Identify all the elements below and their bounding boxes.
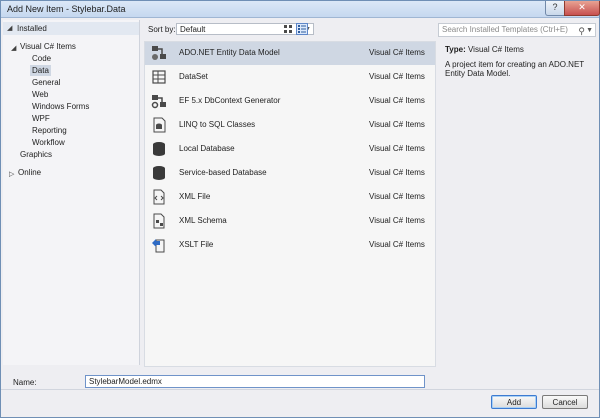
item-type: Visual C# Items	[369, 168, 425, 177]
add-button[interactable]: Add	[491, 395, 537, 409]
type-value: Visual C# Items	[467, 45, 524, 54]
database-icon	[153, 142, 165, 156]
tree-item-graphics[interactable]: Graphics	[18, 149, 54, 160]
sort-label: Sort by:	[148, 25, 176, 34]
list-view-button[interactable]	[296, 23, 308, 35]
name-field[interactable]: StylebarModel.edmx	[85, 375, 425, 388]
name-label: Name:	[13, 378, 37, 387]
list-item[interactable]: Local Database Visual C# Items	[145, 138, 435, 161]
list-view-icon	[298, 25, 306, 33]
help-button[interactable]: ?	[545, 1, 565, 16]
linq-icon	[153, 117, 166, 133]
tree-item-wpf[interactable]: WPF	[30, 113, 52, 124]
sort-value: Default	[180, 25, 206, 34]
type-label: Type:	[445, 45, 466, 54]
details-pane: Type: Visual C# Items A project item for…	[439, 41, 597, 365]
item-name: XML File	[179, 192, 211, 201]
search-input[interactable]: Search Installed Templates (Ctrl+E) ⚲ ▼	[438, 23, 596, 37]
list-item[interactable]: LINQ to SQL Classes Visual C# Items	[145, 114, 435, 137]
item-type: Visual C# Items	[369, 72, 425, 81]
item-name: ADO.NET Entity Data Model	[179, 48, 280, 57]
tree-item-general[interactable]: General	[30, 77, 62, 88]
list-item[interactable]: ADO.NET Entity Data Model Visual C# Item…	[145, 42, 435, 65]
search-placeholder: Search Installed Templates (Ctrl+E)	[442, 25, 568, 34]
template-list: ADO.NET Entity Data Model Visual C# Item…	[144, 41, 436, 367]
cancel-button[interactable]: Cancel	[542, 395, 588, 409]
search-icon[interactable]: ⚲	[578, 25, 585, 37]
item-type: Visual C# Items	[369, 144, 425, 153]
ef-generator-icon	[151, 95, 166, 109]
xml-file-icon	[153, 189, 165, 205]
expand-arrow-icon[interactable]: ▷	[9, 170, 14, 178]
item-name: EF 5.x DbContext Generator	[179, 96, 281, 105]
list-item[interactable]: DataSet Visual C# Items	[145, 66, 435, 89]
tree-item-data[interactable]: Data	[30, 65, 51, 76]
tree-item-code[interactable]: Code	[30, 53, 53, 64]
type-line: Type: Visual C# Items	[445, 45, 524, 54]
tree-item-reporting[interactable]: Reporting	[30, 125, 69, 136]
item-name: DataSet	[179, 72, 208, 81]
add-new-item-dialog: Add New Item - Stylebar.Data ? ✕ ◢ Insta…	[0, 0, 600, 418]
entity-model-icon	[152, 46, 166, 60]
tree-item-visual-csharp-items[interactable]: Visual C# Items	[18, 41, 78, 52]
chevron-down-icon[interactable]: ▼	[586, 25, 593, 37]
small-icons-view-button[interactable]	[282, 23, 294, 35]
sort-toolbar: Sort by: Default ▼	[143, 22, 435, 40]
tree-item-windows-forms[interactable]: Windows Forms	[30, 101, 91, 112]
database-icon	[153, 166, 165, 180]
divider	[1, 389, 599, 390]
grid-view-icon	[284, 25, 292, 33]
xml-schema-icon	[153, 213, 165, 229]
list-item[interactable]: XML Schema Visual C# Items	[145, 210, 435, 233]
close-button[interactable]: ✕	[564, 1, 600, 16]
list-item[interactable]: XSLT File Visual C# Items	[145, 234, 435, 257]
tree-item-installed[interactable]: ◢ Installed	[3, 22, 139, 35]
list-item[interactable]: Service-based Database Visual C# Items	[145, 162, 435, 185]
xslt-file-icon	[152, 239, 165, 253]
item-type: Visual C# Items	[369, 192, 425, 201]
collapse-arrow-icon[interactable]: ◢	[11, 44, 16, 52]
item-type: Visual C# Items	[369, 240, 425, 249]
dialog-title: Add New Item - Stylebar.Data	[7, 4, 126, 14]
tree-item-online[interactable]: Online	[16, 167, 43, 178]
list-item[interactable]: XML File Visual C# Items	[145, 186, 435, 209]
title-bar[interactable]: Add New Item - Stylebar.Data ? ✕	[1, 1, 600, 18]
item-description: A project item for creating an ADO.NET E…	[445, 60, 585, 78]
dataset-icon	[152, 70, 166, 84]
item-name: LINQ to SQL Classes	[179, 120, 256, 129]
item-name: XML Schema	[179, 216, 227, 225]
item-type: Visual C# Items	[369, 48, 425, 57]
item-type: Visual C# Items	[369, 216, 425, 225]
tree-label-installed: Installed	[17, 24, 47, 33]
list-item[interactable]: EF 5.x DbContext Generator Visual C# Ite…	[145, 90, 435, 113]
collapse-arrow-icon[interactable]: ◢	[7, 24, 12, 32]
tree-item-workflow[interactable]: Workflow	[30, 137, 67, 148]
item-name: Service-based Database	[179, 168, 267, 177]
item-type: Visual C# Items	[369, 120, 425, 129]
tree-item-web[interactable]: Web	[30, 89, 50, 100]
category-tree: ◢ Installed ◢ Visual C# Items Code Data …	[3, 20, 140, 365]
item-name: Local Database	[179, 144, 235, 153]
item-type: Visual C# Items	[369, 96, 425, 105]
item-name: XSLT File	[179, 240, 214, 249]
